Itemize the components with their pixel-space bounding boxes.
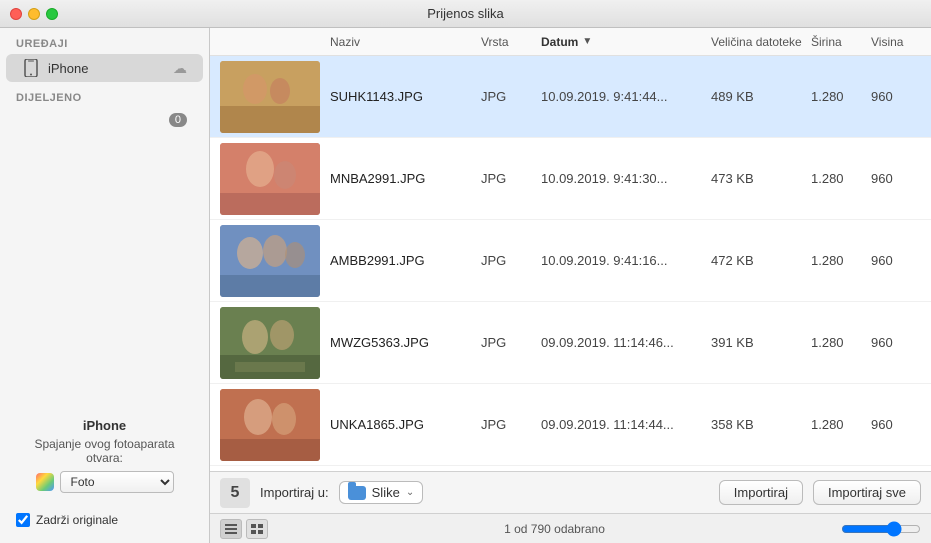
destination-label: Slike [372,485,400,500]
cloud-icon: ☁ [173,60,187,77]
table-row[interactable]: MNBA2991.JPG JPG 10.09.2019. 9:41:30... … [210,138,931,220]
traffic-lights [10,8,58,20]
app-dropdown[interactable]: Foto Image Capture [60,471,174,493]
photo-name: MWZG5363.JPG [320,335,481,350]
photo-name: MNBA2991.JPG [320,171,481,186]
table-row[interactable]: MWZG5363.JPG JPG 09.09.2019. 11:14:46...… [210,302,931,384]
photo-type: JPG [481,253,541,268]
table-row[interactable]: SUHK1143.JPG JPG 10.09.2019. 9:41:44... … [210,56,931,138]
photo-size: 472 KB [711,253,811,268]
maximize-button[interactable] [46,8,58,20]
photo-thumbnail [220,61,320,133]
photo-name: SUHK1143.JPG [320,89,481,104]
sidebar-section-shared: DIJELJENO [0,82,209,108]
photo-type: JPG [481,171,541,186]
photo-name: UNKA1865.JPG [320,417,481,432]
zoom-slider-area [841,521,921,537]
photo-name: AMBB2991.JPG [320,253,481,268]
import-all-button[interactable]: Importiraj sve [813,480,921,505]
destination-selector[interactable]: Slike ⌄ [339,481,424,504]
device-sub: Spajanje ovog fotoaparata otvara: [16,437,193,465]
photo-size: 391 KB [711,335,811,350]
col-name-header[interactable]: Naziv [330,35,481,49]
iphone-label: iPhone [48,61,169,76]
photo-date: 10.09.2019. 9:41:30... [541,171,711,186]
window-title: Prijenos slika [427,6,504,21]
status-text: 1 od 790 odabrano [504,522,605,536]
col-type-header[interactable]: Vrsta [481,35,541,49]
photo-height: 960 [871,417,921,432]
photo-type: JPG [481,89,541,104]
photo-date: 10.09.2019. 9:41:44... [541,89,711,104]
sidebar-section-devices: UREĐAJI [0,28,209,54]
sidebar-item-iphone[interactable]: iPhone ☁ [6,54,203,82]
selection-status: 1 od 790 odabrano [268,522,841,536]
shared-badge: 0 [169,113,187,127]
device-info: iPhone Spajanje ovog fotoaparata otvara:… [16,418,193,493]
import-to-label: Importiraj u: [260,485,329,500]
grid-view-button[interactable] [246,519,268,539]
photo-thumbnail [220,225,320,297]
titlebar: Prijenos slika [0,0,931,28]
view-mode-buttons [220,519,268,539]
photo-width: 1.280 [811,417,871,432]
col-height-header[interactable]: Visina [871,35,921,49]
close-button[interactable] [10,8,22,20]
list-view-button[interactable] [220,519,242,539]
photo-thumbnail [220,143,320,215]
photo-thumbnail [220,307,320,379]
table-row[interactable]: UNKA1865.JPG JPG 09.09.2019. 11:14:44...… [210,384,931,466]
minimize-button[interactable] [28,8,40,20]
import-bar: 5 Importiraj u: Slike ⌄ Importiraj Impor… [210,471,931,513]
bottom-strip: 1 od 790 odabrano [210,513,931,543]
sidebar: UREĐAJI iPhone ☁ DIJELJENO 0 iPhone Spa [0,28,210,543]
photo-width: 1.280 [811,253,871,268]
chevron-down-icon: ⌄ [406,487,414,498]
photo-thumbnail [220,389,320,461]
photo-date: 09.09.2019. 11:14:46... [541,335,711,350]
phone-icon [22,59,40,77]
content-area: Naziv Vrsta Datum ▼ Veličina datoteke Ši… [210,28,931,543]
keep-originals-label: Zadrži originale [36,513,118,527]
folder-icon [348,486,366,500]
import-icon: 5 [220,478,250,508]
photo-size: 473 KB [711,171,811,186]
keep-originals-row: Zadrži originale [16,513,193,527]
zoom-slider[interactable] [841,521,921,537]
table-row[interactable]: AMBB2991.JPG JPG 10.09.2019. 9:41:16... … [210,220,931,302]
sort-arrow-icon: ▼ [582,36,592,47]
sidebar-bottom: iPhone Spajanje ovog fotoaparata otvara:… [0,132,209,543]
photo-date: 09.09.2019. 11:14:44... [541,417,711,432]
keep-originals-checkbox[interactable] [16,513,30,527]
import-button[interactable]: Importiraj [719,480,803,505]
photo-height: 960 [871,89,921,104]
column-headers: Naziv Vrsta Datum ▼ Veličina datoteke Ši… [210,28,931,56]
photo-width: 1.280 [811,89,871,104]
app-dropdown-row: Foto Image Capture [16,471,193,493]
photo-type: JPG [481,417,541,432]
sidebar-item-shared[interactable]: 0 [6,108,203,132]
photo-list[interactable]: SUHK1143.JPG JPG 10.09.2019. 9:41:44... … [210,56,931,471]
col-size-header[interactable]: Veličina datoteke [711,35,811,49]
photo-width: 1.280 [811,335,871,350]
device-name: iPhone [16,418,193,433]
col-width-header[interactable]: Širina [811,35,871,49]
photo-height: 960 [871,335,921,350]
photo-size: 489 KB [711,89,811,104]
photo-width: 1.280 [811,171,871,186]
photo-date: 10.09.2019. 9:41:16... [541,253,711,268]
photo-size: 358 KB [711,417,811,432]
col-date-header[interactable]: Datum ▼ [541,35,711,49]
main-layout: UREĐAJI iPhone ☁ DIJELJENO 0 iPhone Spa [0,28,931,543]
photo-type: JPG [481,335,541,350]
photo-height: 960 [871,253,921,268]
foto-app-icon [36,473,54,491]
photo-height: 960 [871,171,921,186]
